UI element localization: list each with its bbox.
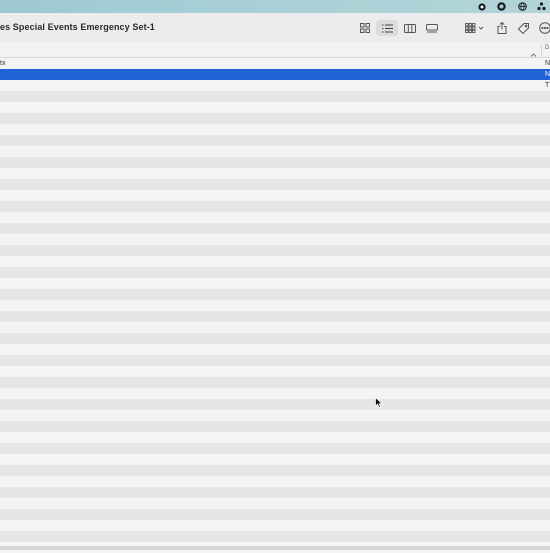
empty-row <box>0 366 550 377</box>
empty-row <box>0 113 550 124</box>
empty-row <box>0 443 550 454</box>
empty-row <box>0 311 550 322</box>
empty-row <box>0 410 550 421</box>
empty-row <box>0 256 550 267</box>
mouse-pointer-icon <box>375 395 383 413</box>
icon-view-icon[interactable] <box>357 20 373 36</box>
share-icon[interactable] <box>494 20 510 36</box>
empty-row <box>0 190 550 201</box>
empty-row <box>0 531 550 542</box>
empty-row <box>0 91 550 102</box>
finder-toolbar: es Special Events Emergency Set-1 <box>0 13 550 44</box>
empty-row <box>0 388 550 399</box>
empty-row <box>0 421 550 432</box>
empty-row <box>0 498 550 509</box>
empty-row <box>0 223 550 234</box>
empty-row <box>0 157 550 168</box>
empty-row <box>0 377 550 388</box>
table-row[interactable]: T <box>0 80 550 91</box>
file-kind: T <box>545 82 550 89</box>
empty-row <box>0 476 550 487</box>
status-bar <box>0 546 550 550</box>
file-kind: N <box>545 60 550 67</box>
empty-row <box>0 124 550 135</box>
window-title: es Special Events Emergency Set-1 <box>0 22 155 32</box>
empty-row <box>0 432 550 443</box>
empty-row <box>0 245 550 256</box>
table-row-selected[interactable]: N <box>0 69 550 80</box>
empty-row <box>0 399 550 410</box>
empty-row <box>0 267 550 278</box>
three-dots-icon[interactable] <box>537 2 546 11</box>
empty-row <box>0 212 550 223</box>
more-icon[interactable] <box>538 20 550 36</box>
empty-row <box>0 289 550 300</box>
group-icon[interactable] <box>463 20 487 36</box>
globe-icon[interactable] <box>518 2 527 11</box>
empty-row <box>0 520 550 531</box>
empty-row <box>0 454 550 465</box>
empty-row <box>0 487 550 498</box>
empty-row <box>0 333 550 344</box>
empty-row <box>0 146 550 157</box>
empty-row <box>0 355 550 366</box>
menu-bar <box>0 0 550 13</box>
gallery-view-icon[interactable] <box>424 20 440 36</box>
table-row[interactable]: tx N <box>0 58 550 69</box>
record-icon[interactable] <box>477 2 486 11</box>
column-header-row: D <box>0 43 550 58</box>
empty-row <box>0 168 550 179</box>
list-view-icon[interactable] <box>376 20 398 36</box>
empty-row <box>0 322 550 333</box>
column-separator[interactable] <box>541 45 542 55</box>
empty-row <box>0 179 550 190</box>
file-kind: N <box>545 71 550 78</box>
column-header-date[interactable]: D <box>545 45 549 51</box>
empty-row <box>0 102 550 113</box>
empty-row <box>0 278 550 289</box>
file-list: tx N N T <box>0 58 550 553</box>
empty-row <box>0 234 550 245</box>
column-view-icon[interactable] <box>402 20 418 36</box>
tag-icon[interactable] <box>515 20 531 36</box>
file-name: tx <box>0 60 6 67</box>
empty-row <box>0 135 550 146</box>
chat-icon[interactable] <box>497 2 506 11</box>
empty-row <box>0 300 550 311</box>
empty-row <box>0 465 550 476</box>
empty-row <box>0 344 550 355</box>
empty-row <box>0 201 550 212</box>
empty-row <box>0 509 550 520</box>
